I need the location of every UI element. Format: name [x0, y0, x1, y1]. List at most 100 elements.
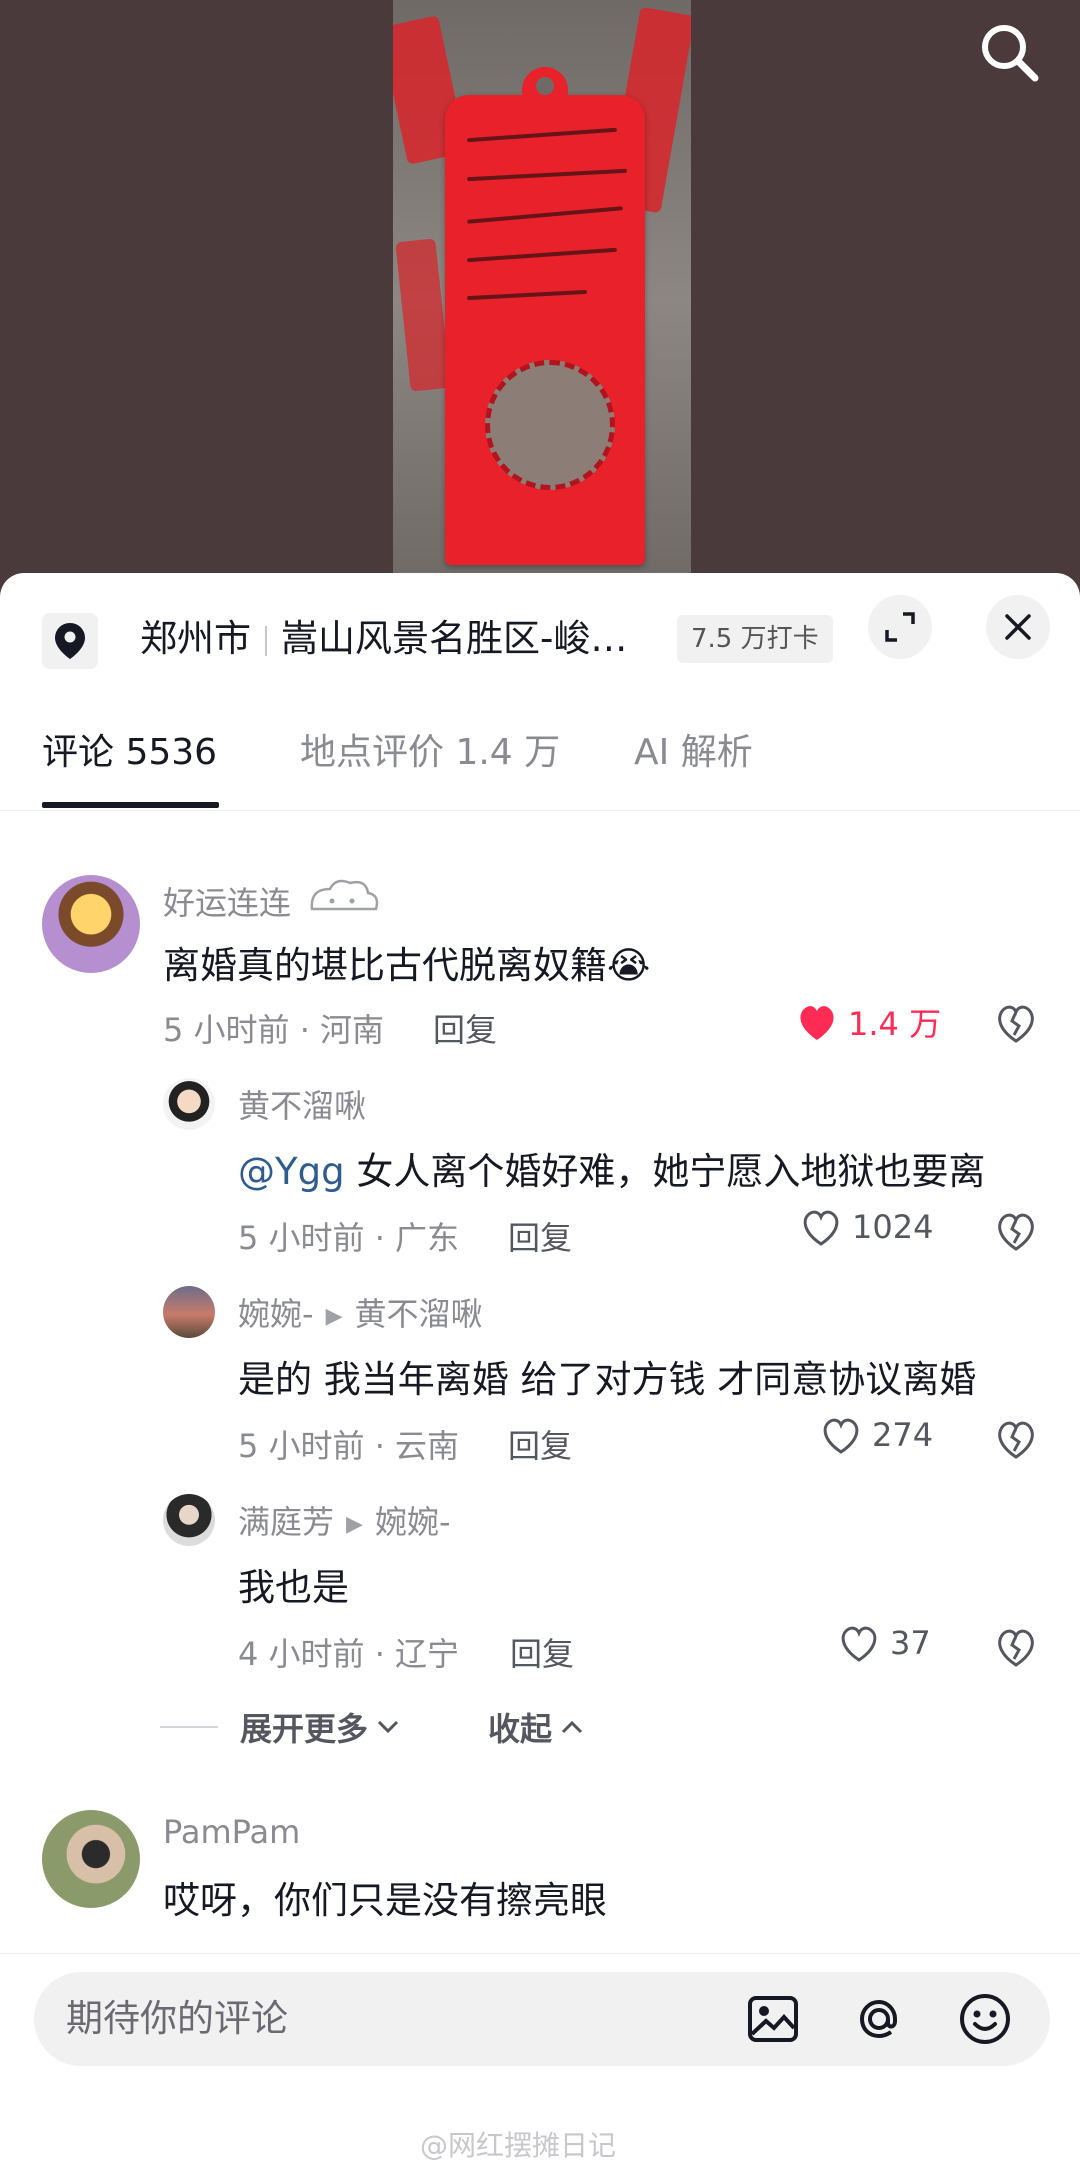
avatar[interactable] — [163, 1078, 215, 1130]
reply-button[interactable]: 回复 — [510, 1629, 574, 1675]
watermark: @网红摆摊日记 — [420, 2129, 617, 2162]
chevron-down-icon — [377, 1720, 399, 1734]
reply-button[interactable]: 回复 — [508, 1421, 572, 1467]
handwriting-stroke — [466, 289, 588, 301]
handwriting-stroke — [467, 206, 623, 224]
like-button[interactable]: 37 — [838, 1623, 931, 1663]
replies-divider-line — [160, 1726, 218, 1728]
comment-text: 离婚真的堪比古代脱离奴籍😭 — [163, 935, 650, 989]
dislike-button[interactable] — [994, 1625, 1038, 1669]
comment-text-body: 女人离个婚好难，她宁愿入地狱也要离 — [344, 1150, 986, 1193]
reply-target: 婉婉- — [374, 1503, 451, 1541]
heart-icon — [841, 1626, 877, 1662]
like-button[interactable]: 1.4 万 — [796, 999, 941, 1045]
tab-ai-analysis[interactable]: AI 解析 — [634, 703, 753, 810]
emoji-icon — [960, 1994, 1010, 2044]
video-player[interactable] — [0, 0, 1080, 600]
comment-input-placeholder: 期待你的评论 — [66, 1997, 288, 2040]
comment-time-location: 5 小时前 · 河南 — [163, 1011, 385, 1049]
replies-expand-row: 展开更多 收起 — [160, 1702, 584, 1752]
tab-bar: 评论 5536 地点评价 1.4 万 AI 解析 — [0, 703, 1080, 811]
tab-active-indicator — [42, 802, 219, 808]
handwriting-stroke — [467, 127, 617, 143]
handwriting-stroke — [467, 247, 617, 263]
search-button[interactable] — [975, 18, 1045, 88]
dislike-button[interactable] — [994, 1209, 1038, 1253]
like-count: 274 — [872, 1416, 934, 1454]
like-button[interactable]: 274 — [820, 1415, 933, 1455]
close-button[interactable] — [986, 595, 1050, 659]
comment-text: 我也是 — [238, 1566, 349, 1609]
comment-username[interactable]: 满庭芳 ▶ 婉婉- — [238, 1497, 451, 1543]
wish-tag-hole — [522, 67, 568, 113]
collapse-button[interactable]: 收起 — [488, 1704, 584, 1750]
wish-tag-image — [445, 67, 645, 565]
mention-link[interactable]: @Ygg — [238, 1150, 345, 1193]
comment-username[interactable]: 黄不溜啾 — [238, 1081, 366, 1127]
comment-time-location: 5 小时前 · 云南 — [238, 1427, 460, 1465]
dislike-button[interactable] — [994, 1001, 1038, 1045]
heart-icon — [823, 1418, 859, 1454]
comment-input[interactable]: 期待你的评论 — [34, 1972, 1050, 2066]
image-icon — [748, 1996, 798, 2042]
reply-button[interactable]: 回复 — [433, 1005, 497, 1051]
like-button[interactable]: 1024 — [800, 1207, 933, 1247]
emoji-button[interactable] — [954, 1988, 1016, 2050]
comment-text: @Ygg 女人离个婚好难，她宁愿入地狱也要离 — [238, 1141, 985, 1195]
comment-text-body: 离婚真的堪比古代脱离奴籍 — [163, 944, 607, 987]
dislike-icon — [998, 1421, 1034, 1459]
avatar[interactable] — [42, 875, 140, 973]
heart-icon — [803, 1210, 839, 1246]
location-divider — [265, 625, 267, 656]
search-icon — [982, 25, 1039, 82]
avatar[interactable] — [42, 1810, 140, 1908]
comment-username[interactable]: 婉婉- ▶ 黄不溜啾 — [238, 1289, 483, 1335]
heart-icon — [800, 1006, 834, 1040]
comment-time-location: 5 小时前 · 广东 — [238, 1219, 460, 1257]
reply-arrow-icon: ▶ — [346, 1511, 363, 1537]
image-button[interactable] — [742, 1988, 804, 2050]
comment-sheet: 郑州市 嵩山风景名胜区-峻… 7.5 万打卡 评论 5536 地点评价 1.4 万… — [0, 573, 1080, 2174]
expand-button[interactable] — [868, 595, 932, 659]
wish-tag-window — [485, 360, 615, 490]
tab-comments[interactable]: 评论 5536 — [42, 703, 217, 810]
reply-arrow-icon: ▶ — [325, 1303, 343, 1329]
tab-place-reviews[interactable]: 地点评价 1.4 万 — [300, 703, 560, 810]
comment-text: 哎呀，你们只是没有擦亮眼 — [163, 1879, 607, 1922]
reply-target: 黄不溜啾 — [354, 1295, 483, 1333]
reply-button[interactable]: 回复 — [508, 1213, 572, 1259]
expand-more-label: 展开更多 — [240, 1710, 369, 1748]
location-name[interactable]: 郑州市 嵩山风景名胜区-峻… — [140, 609, 627, 669]
dislike-button[interactable] — [994, 1417, 1038, 1461]
comment-time-location: 4 小时前 · 辽宁 — [238, 1635, 460, 1673]
user-badge-icon — [306, 875, 382, 915]
video-frame — [393, 0, 691, 600]
checkin-count-badge: 7.5 万打卡 — [677, 615, 833, 663]
avatar[interactable] — [163, 1494, 215, 1546]
reply-author: 婉婉- — [238, 1295, 314, 1333]
location-place: 嵩山风景名胜区-峻… — [281, 617, 628, 660]
location-bar[interactable]: 郑州市 嵩山风景名胜区-峻… 7.5 万打卡 — [0, 573, 1080, 703]
like-count: 1024 — [852, 1208, 934, 1246]
location-pin-icon — [42, 613, 98, 669]
chevron-up-icon — [561, 1720, 583, 1734]
dislike-icon — [998, 1629, 1034, 1667]
like-count: 1.4 万 — [848, 1005, 942, 1043]
handwriting-stroke — [467, 168, 627, 182]
expand-icon — [885, 612, 915, 642]
avatar[interactable] — [163, 1286, 215, 1338]
at-icon — [859, 1999, 897, 2039]
dislike-icon — [998, 1213, 1034, 1251]
ribbon-decoration — [395, 238, 451, 392]
location-city: 郑州市 — [140, 617, 251, 660]
dislike-icon — [998, 1005, 1034, 1043]
comment-username[interactable]: 好运连连 — [163, 878, 291, 924]
comment-text: 是的 我当年离婚 给了对方钱 才同意协议离婚 — [238, 1358, 977, 1401]
expand-more-button[interactable]: 展开更多 — [240, 1704, 400, 1750]
close-icon — [1005, 614, 1031, 640]
crying-emoji-icon: 😭 — [607, 944, 651, 987]
comment-username[interactable]: PamPam — [163, 1813, 300, 1851]
mention-button[interactable] — [848, 1988, 910, 2050]
like-count: 37 — [890, 1624, 931, 1662]
reply-author: 满庭芳 — [238, 1503, 335, 1541]
